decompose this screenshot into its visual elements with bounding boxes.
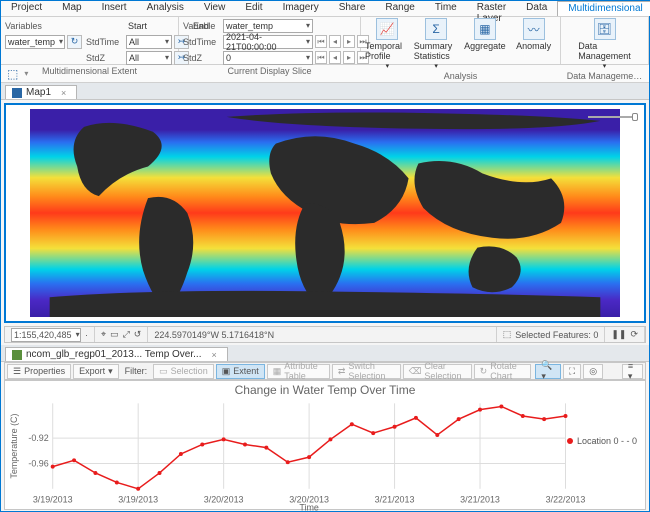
- map-statusbar: 1:155,420,485 · ⌖ ▭ ⤢ ↺ 224.5970149°W 5.1716…: [4, 326, 646, 343]
- refresh-icon[interactable]: ⟳: [630, 329, 638, 340]
- group-analysis: Analysis: [365, 70, 556, 81]
- aggregate-button[interactable]: ▦Aggregate: [463, 18, 508, 51]
- map-tab[interactable]: Map1×: [5, 85, 77, 99]
- stdz-first-icon[interactable]: ⏮: [315, 51, 327, 64]
- time-slider[interactable]: [588, 113, 638, 121]
- attribute-table-button[interactable]: ▦ Attribute Table: [267, 364, 330, 379]
- svg-text:-0.96: -0.96: [28, 458, 48, 468]
- ribbon: Variables water_temp↻ Start StdTimeAll↣ …: [1, 17, 649, 65]
- menu-raster-layer[interactable]: Raster Layer: [467, 1, 516, 16]
- menu-view[interactable]: View: [194, 1, 236, 16]
- scale-lock-icon[interactable]: ·: [85, 330, 88, 340]
- menu-data[interactable]: Data: [516, 1, 557, 16]
- svg-text:3/19/2013: 3/19/2013: [118, 495, 158, 505]
- slice-variable[interactable]: water_temp: [223, 19, 313, 33]
- chart-legend: Location 0 - - 0: [567, 436, 637, 446]
- rotate-chart-button[interactable]: ↻ Rotate Chart: [474, 364, 532, 379]
- svg-text:3/21/2013: 3/21/2013: [460, 495, 500, 505]
- stdtime-prev-icon[interactable]: ◂: [329, 35, 341, 48]
- tool-a-icon[interactable]: ⌖: [101, 329, 106, 340]
- start-stdz[interactable]: All: [126, 51, 172, 65]
- filter-label: Filter:: [125, 366, 148, 376]
- menu-button[interactable]: ≡ ▾: [622, 364, 643, 379]
- summary-stats-icon: Σ: [425, 18, 447, 40]
- map-view[interactable]: [4, 103, 646, 323]
- chart-toolbar: ☰ Properties Export ▾ Filter: ▭ Selectio…: [4, 362, 646, 380]
- svg-text:Time: Time: [299, 503, 319, 511]
- scale-select[interactable]: 1:155,420,485: [11, 328, 81, 342]
- start-stdtime[interactable]: All: [126, 35, 172, 49]
- chart-title: Change in Water Temp Over Time: [5, 381, 645, 397]
- menu-bar: ProjectMapInsertAnalysisViewEditImageryS…: [1, 1, 649, 17]
- variables-label: Variables: [5, 21, 43, 31]
- line-chart[interactable]: -0.92 -0.96 3/19/2013 3/19/2013 3/20/2013 3/2…: [5, 399, 645, 511]
- variables-select[interactable]: water_temp: [5, 35, 65, 49]
- temporal-profile-button[interactable]: 📈Temporal Profile▾: [365, 18, 410, 70]
- group-multidim-extent: Multidimensional Extent: [5, 65, 174, 76]
- close-icon[interactable]: ×: [61, 88, 66, 98]
- map-tabbar: Map1×: [1, 83, 649, 100]
- coords-readout: 224.5970149°W 5.1716418°N: [148, 327, 496, 342]
- map-tab-icon: [12, 88, 22, 98]
- temporal-profile-icon: 📈: [376, 18, 398, 40]
- fit-button[interactable]: ⛶: [563, 364, 581, 379]
- menu-share[interactable]: Share: [329, 1, 376, 16]
- data-management-button[interactable]: 🗄Data Management▾: [581, 18, 629, 70]
- chart-area: Change in Water Temp Over Time -0.92-0.9…: [4, 380, 646, 510]
- menu-analysis[interactable]: Analysis: [137, 1, 194, 16]
- anomaly-icon: 〰: [523, 18, 545, 40]
- pause-icon[interactable]: ❚❚: [611, 329, 626, 340]
- stdtime-next-icon[interactable]: ▸: [343, 35, 355, 48]
- svg-text:3/22/2013: 3/22/2013: [546, 495, 586, 505]
- switch-selection-button[interactable]: ⇄ Switch Selection: [332, 364, 401, 379]
- svg-text:3/20/2013: 3/20/2013: [204, 495, 244, 505]
- slice-stdz[interactable]: 0: [223, 51, 313, 65]
- menu-map[interactable]: Map: [52, 1, 91, 16]
- group-current-slice: Current Display Slice: [183, 65, 356, 76]
- menu-multidimensional[interactable]: Multidimensional: [557, 1, 650, 16]
- start-label: Start: [128, 21, 147, 31]
- close-icon[interactable]: ×: [211, 350, 216, 360]
- stdz-next-icon[interactable]: ▸: [343, 51, 355, 64]
- menu-project[interactable]: Project: [1, 1, 52, 16]
- group-data-mgmt: Data Manageme…: [565, 70, 644, 81]
- menu-edit[interactable]: Edit: [235, 1, 272, 16]
- svg-text:-0.92: -0.92: [28, 433, 48, 443]
- tool-c-icon[interactable]: ⤢: [123, 329, 130, 340]
- chart-tab[interactable]: ncom_glb_regp01_2013... Temp Over...×: [5, 347, 228, 361]
- tool-d-icon[interactable]: ↺: [134, 329, 142, 340]
- properties-button[interactable]: ☰ Properties: [7, 364, 71, 379]
- svg-text:3/21/2013: 3/21/2013: [375, 495, 415, 505]
- svg-text:3/19/2013: 3/19/2013: [33, 495, 73, 505]
- clear-selection-button[interactable]: ⌫ Clear Selection: [403, 364, 472, 379]
- tool-b-icon[interactable]: ▭: [110, 329, 119, 340]
- svg-text:Temperature (C): Temperature (C): [9, 414, 19, 479]
- summary-stats-button[interactable]: ΣSummary Statistics▾: [414, 18, 459, 70]
- aggregate-icon: ▦: [474, 18, 496, 40]
- filter-selection-button[interactable]: ▭ Selection: [153, 364, 214, 379]
- variables-clear-icon[interactable]: ↻: [67, 35, 82, 49]
- menu-time[interactable]: Time: [425, 1, 467, 16]
- chart-tab-icon: [12, 350, 22, 360]
- menu-insert[interactable]: Insert: [92, 1, 137, 16]
- zoom-tool-button[interactable]: 🔍 ▾: [535, 364, 561, 379]
- filter-extent-button[interactable]: ▣ Extent: [216, 364, 265, 379]
- slice-stdtime[interactable]: 2021-04-21T00:00:00: [223, 35, 313, 49]
- explore-icon[interactable]: ⬚: [7, 67, 18, 81]
- export-button[interactable]: Export ▾: [73, 364, 119, 379]
- data-management-icon: 🗄: [594, 18, 616, 40]
- anomaly-button[interactable]: 〰Anomaly: [511, 18, 556, 51]
- stdtime-first-icon[interactable]: ⏮: [315, 35, 327, 48]
- stdz-prev-icon[interactable]: ◂: [329, 51, 341, 64]
- selected-features: ⬚ Selected Features: 0: [497, 327, 606, 342]
- dropdown-icon[interactable]: ▾: [24, 69, 28, 78]
- menu-imagery[interactable]: Imagery: [273, 1, 329, 16]
- reset-button[interactable]: ◎: [583, 364, 603, 379]
- menu-range[interactable]: Range: [375, 1, 424, 16]
